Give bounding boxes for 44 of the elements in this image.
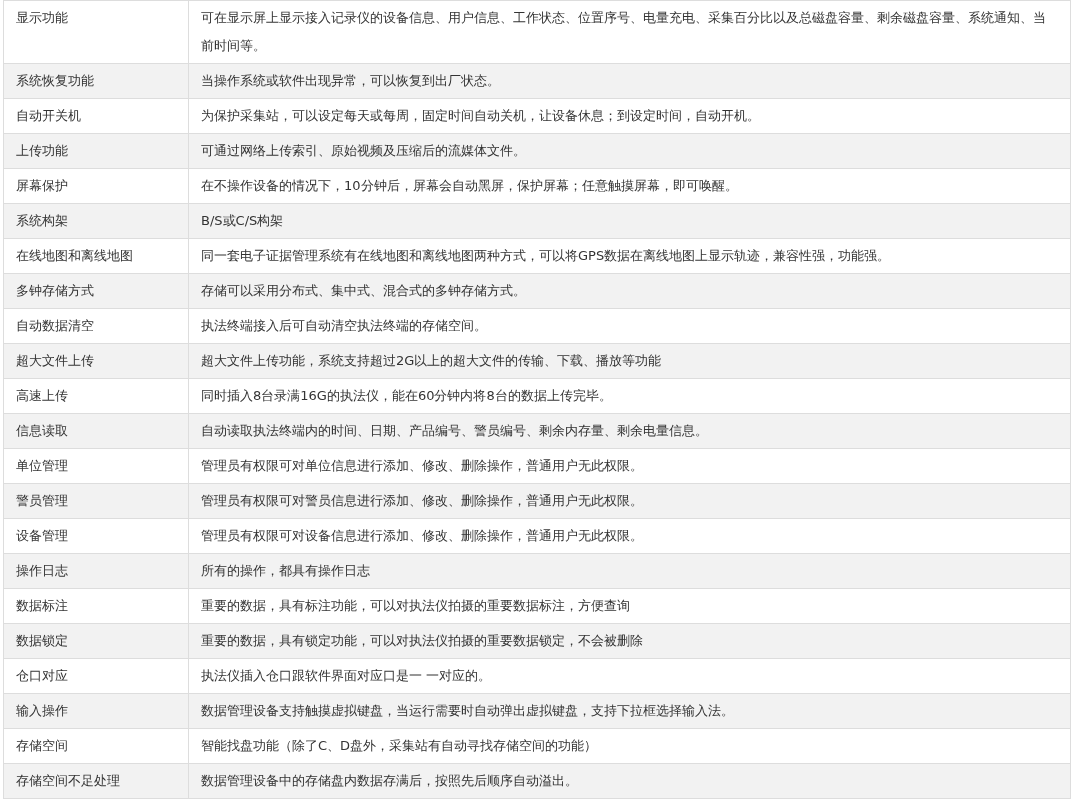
table-cell: 信息读取 <box>3 413 189 449</box>
table-cell: 单位管理 <box>3 448 189 484</box>
table-cell: 自动读取执法终端内的时间、日期、产品编号、警员编号、剩余内存量、剩余电量信息。 <box>188 413 1071 449</box>
table-cell: 显示功能 <box>3 0 189 64</box>
table-cell: 管理员有权限可对单位信息进行添加、修改、删除操作，普通用户无此权限。 <box>188 448 1071 484</box>
table-cell: 超大文件上传 <box>3 343 189 379</box>
table-cell: 设备管理 <box>3 518 189 554</box>
table-cell: 数据管理设备中的存储盘内数据存满后，按照先后顺序自动溢出。 <box>188 763 1071 799</box>
table-cell: 仓口对应 <box>3 658 189 694</box>
table-cell: 可通过网络上传索引、原始视频及压缩后的流媒体文件。 <box>188 133 1071 169</box>
table-cell: B/S或C/S构架 <box>188 203 1071 239</box>
table-cell: 执法终端接入后可自动清空执法终端的存储空间。 <box>188 308 1071 344</box>
table-cell: 数据管理设备支持触摸虚拟键盘，当运行需要时自动弹出虚拟键盘，支持下拉框选择输入法。 <box>188 693 1071 729</box>
table-cell: 在不操作设备的情况下，10分钟后，屏幕会自动黑屏，保护屏幕；任意触摸屏幕，即可唤醒。 <box>188 168 1071 204</box>
table-cell: 数据锁定 <box>3 623 189 659</box>
table-cell: 上传功能 <box>3 133 189 169</box>
table-cell: 智能找盘功能（除了C、D盘外，采集站有自动寻找存储空间的功能） <box>188 728 1071 764</box>
table-cell: 屏幕保护 <box>3 168 189 204</box>
table-cell: 同时插入8台录满16G的执法仪，能在60分钟内将8台的数据上传完毕。 <box>188 378 1071 414</box>
table-cell: 同一套电子证据管理系统有在线地图和离线地图两种方式，可以将GPS数据在离线地图上显示轨迹，兼容性强，功能强。 <box>188 238 1071 274</box>
table-cell: 警员管理 <box>3 483 189 519</box>
table-cell: 重要的数据，具有锁定功能，可以对执法仪拍摄的重要数据锁定，不会被删除 <box>188 623 1071 659</box>
table-cell: 所有的操作，都具有操作日志 <box>188 553 1071 589</box>
table-cell: 执法仪插入仓口跟软件界面对应口是一 一对应的。 <box>188 658 1071 694</box>
table-cell: 存储空间 <box>3 728 189 764</box>
table-cell: 在线地图和离线地图 <box>3 238 189 274</box>
table-cell: 数据标注 <box>3 588 189 624</box>
table-cell: 多钟存储方式 <box>3 273 189 309</box>
table-cell: 存储可以采用分布式、集中式、混合式的多钟存储方式。 <box>188 273 1071 309</box>
table-cell: 系统构架 <box>3 203 189 239</box>
table-cell: 可在显示屏上显示接入记录仪的设备信息、用户信息、工作状态、位置序号、电量充电、采集百分比以及总磁盘容量、剩余磁盘容量、系统通知、当前时间等。 <box>188 0 1071 64</box>
table-cell: 输入操作 <box>3 693 189 729</box>
table-cell: 为保护采集站，可以设定每天或每周，固定时间自动关机，让设备休息；到设定时间，自动开机。 <box>188 98 1071 134</box>
table-cell: 当操作系统或软件出现异常，可以恢复到出厂状态。 <box>188 63 1071 99</box>
table-cell: 存储空间不足处理 <box>3 763 189 799</box>
table-cell: 系统恢复功能 <box>3 63 189 99</box>
table-cell: 管理员有权限可对警员信息进行添加、修改、删除操作，普通用户无此权限。 <box>188 483 1071 519</box>
table-cell: 超大文件上传功能，系统支持超过2G以上的超大文件的传输、下载、播放等功能 <box>188 343 1071 379</box>
table-cell: 管理员有权限可对设备信息进行添加、修改、删除操作，普通用户无此权限。 <box>188 518 1071 554</box>
table-cell: 自动开关机 <box>3 98 189 134</box>
table-cell: 自动数据清空 <box>3 308 189 344</box>
table-cell: 高速上传 <box>3 378 189 414</box>
table-cell: 重要的数据，具有标注功能，可以对执法仪拍摄的重要数据标注，方便查询 <box>188 588 1071 624</box>
table-cell: 操作日志 <box>3 553 189 589</box>
